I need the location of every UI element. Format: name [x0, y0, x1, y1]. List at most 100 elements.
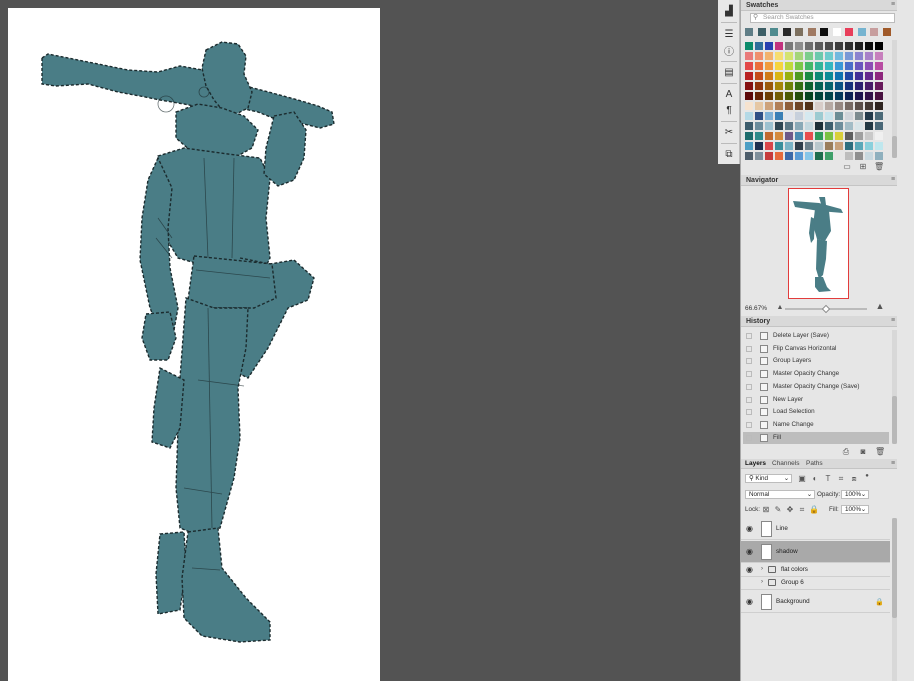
swatch[interactable] [745, 92, 753, 100]
recent-swatch[interactable] [870, 28, 878, 36]
paragraph-icon[interactable]: ¶ [721, 102, 737, 118]
swatch[interactable] [785, 132, 793, 140]
swatch[interactable] [875, 142, 883, 150]
eye-icon[interactable]: ◉ [745, 524, 754, 533]
swatch[interactable] [845, 102, 853, 110]
zoom-out-icon[interactable]: ▲ [775, 303, 785, 312]
swatch[interactable] [865, 82, 873, 90]
swatch[interactable] [785, 52, 793, 60]
swatch[interactable] [875, 42, 883, 50]
swatch[interactable] [825, 62, 833, 70]
swatch[interactable] [835, 132, 843, 140]
swatch[interactable] [855, 72, 863, 80]
swatch[interactable] [805, 102, 813, 110]
swatch[interactable] [775, 142, 783, 150]
swatch[interactable] [835, 112, 843, 120]
swatch[interactable] [785, 142, 793, 150]
history-item[interactable]: Master Opacity Change (Save) [743, 381, 889, 393]
swatch[interactable] [875, 52, 883, 60]
swatch[interactable] [825, 152, 833, 160]
swatch[interactable] [755, 92, 763, 100]
delete-icon[interactable]: 🗑 [875, 447, 885, 456]
eye-icon[interactable]: ◉ [745, 597, 754, 606]
swatch[interactable] [815, 42, 823, 50]
smart-object-filter-icon[interactable]: ⧈ [849, 474, 859, 483]
panel-menu-icon[interactable]: ≡ [891, 459, 897, 469]
recent-swatch[interactable] [745, 28, 753, 36]
swatch[interactable] [745, 52, 753, 60]
swatch[interactable] [805, 112, 813, 120]
swatch[interactable] [785, 72, 793, 80]
swatch[interactable] [825, 82, 833, 90]
swatch[interactable] [805, 152, 813, 160]
zoom-in-icon[interactable]: ▲ [875, 302, 885, 311]
swatch[interactable] [745, 152, 753, 160]
swatch[interactable] [765, 92, 773, 100]
recent-swatch[interactable] [857, 28, 866, 36]
swatch[interactable] [765, 72, 773, 80]
swatch[interactable] [855, 62, 863, 70]
recent-swatch[interactable] [882, 28, 891, 36]
snapshot-source-checkbox[interactable] [746, 371, 752, 378]
swatch[interactable] [745, 142, 753, 150]
swatch[interactable] [775, 112, 783, 120]
swatch[interactable] [765, 102, 773, 110]
swatch[interactable] [795, 142, 803, 150]
recent-swatch[interactable] [820, 28, 828, 36]
swatch[interactable] [805, 52, 813, 60]
swatch[interactable] [815, 102, 823, 110]
swatch[interactable] [865, 72, 873, 80]
swatch[interactable] [785, 122, 793, 130]
swatch[interactable] [865, 132, 873, 140]
swatch[interactable] [805, 92, 813, 100]
snapshot-source-checkbox[interactable] [746, 434, 752, 441]
swatch[interactable] [795, 152, 803, 160]
layers-scrollbar[interactable] [892, 518, 897, 681]
swatch[interactable] [815, 152, 823, 160]
swatch[interactable] [745, 72, 753, 80]
swatch[interactable] [785, 62, 793, 70]
swatch[interactable] [745, 42, 753, 50]
swatch[interactable] [765, 132, 773, 140]
swatch[interactable] [825, 42, 833, 50]
swatch[interactable] [745, 112, 753, 120]
adjustment-filter-icon[interactable]: ◐ [810, 474, 820, 483]
swatch[interactable] [835, 152, 843, 160]
swatch[interactable] [875, 82, 883, 90]
swatch[interactable] [815, 62, 823, 70]
recent-swatch[interactable] [832, 28, 841, 36]
swatch[interactable] [855, 42, 863, 50]
swatch[interactable] [835, 92, 843, 100]
swatch[interactable] [825, 122, 833, 130]
swatch[interactable] [835, 122, 843, 130]
swatch[interactable] [825, 92, 833, 100]
new-group-icon[interactable]: ▭ [842, 162, 852, 171]
recent-swatch[interactable] [795, 28, 803, 36]
swatch[interactable] [855, 142, 863, 150]
history-scrollbar[interactable] [892, 330, 897, 444]
blend-mode-select[interactable]: Normal ⌄ [745, 490, 815, 499]
swatch[interactable] [835, 142, 843, 150]
swatch[interactable] [845, 132, 853, 140]
recent-swatch[interactable] [782, 28, 791, 36]
swatch[interactable] [765, 152, 773, 160]
swatch[interactable] [865, 52, 873, 60]
swatch[interactable] [805, 62, 813, 70]
swatch[interactable] [835, 82, 843, 90]
swatch[interactable] [855, 122, 863, 130]
swatch[interactable] [775, 132, 783, 140]
lock-artboard-icon[interactable]: ⌗ [797, 505, 807, 514]
scrollbar-thumb[interactable] [892, 518, 897, 618]
swatch[interactable] [835, 42, 843, 50]
swatch[interactable] [845, 142, 853, 150]
layer-name[interactable]: shadow [776, 548, 798, 556]
swatch[interactable] [865, 62, 873, 70]
swatch[interactable] [805, 132, 813, 140]
navigator-panel-title[interactable]: Navigator [741, 175, 897, 186]
swatch[interactable] [855, 152, 863, 160]
swatch[interactable] [755, 132, 763, 140]
tab-channels[interactable]: Channels [772, 459, 799, 469]
swatch[interactable] [755, 112, 763, 120]
swatch[interactable] [845, 152, 853, 160]
swatch[interactable] [755, 82, 763, 90]
